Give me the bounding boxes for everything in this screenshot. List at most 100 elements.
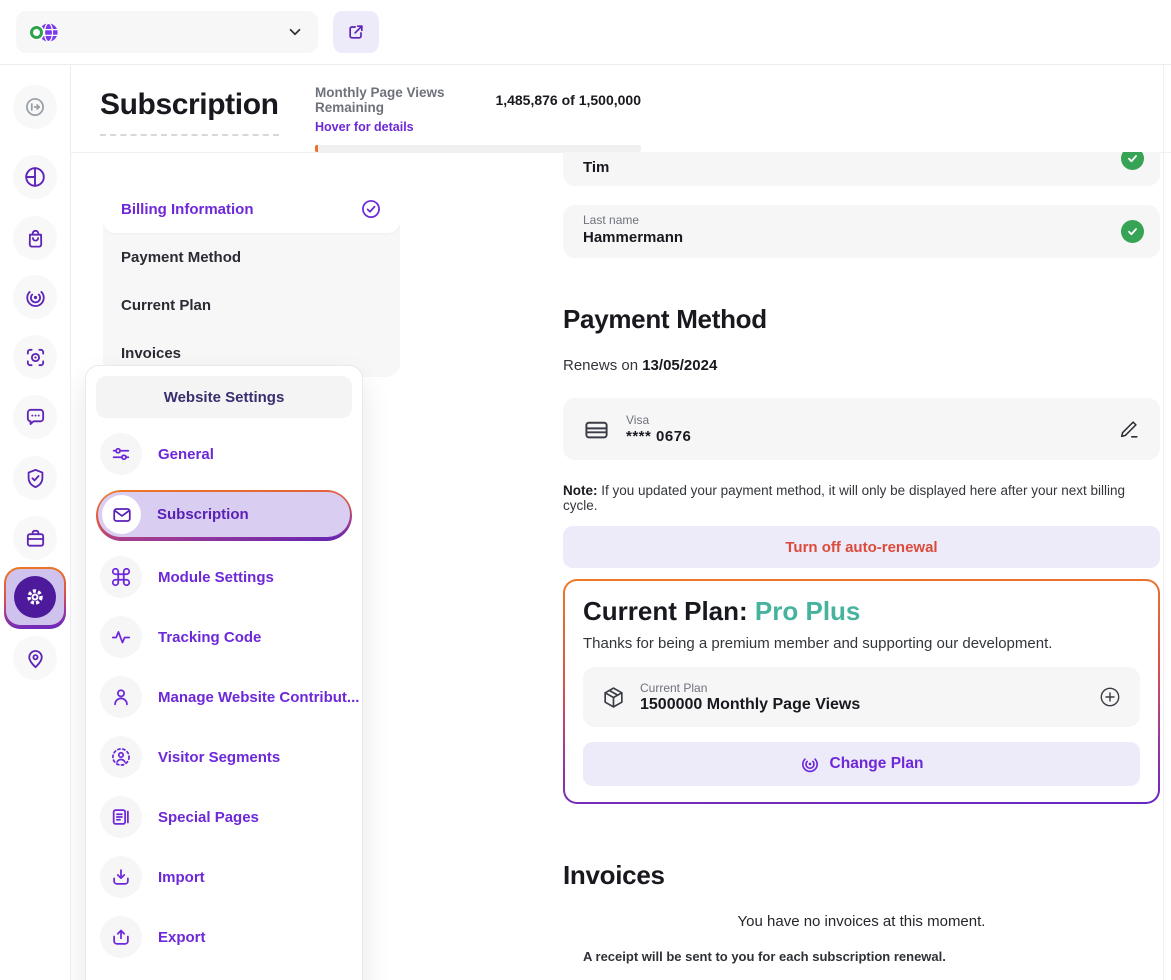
pulse-icon bbox=[100, 616, 142, 658]
radar-icon bbox=[800, 754, 820, 774]
sidebar-item-realtime[interactable] bbox=[13, 275, 57, 319]
user-scan-icon bbox=[100, 736, 142, 778]
gear-icon bbox=[14, 576, 56, 618]
last-name-field[interactable]: Last name Hammermann bbox=[563, 205, 1160, 258]
radar-icon bbox=[24, 286, 47, 309]
settings-menu-label: Special Pages bbox=[158, 809, 259, 826]
invoices-empty-text: You have no invoices at this moment. bbox=[563, 913, 1160, 930]
usage-progress-bar bbox=[315, 145, 641, 152]
settings-menu-item-export[interactable]: Export bbox=[96, 913, 352, 961]
plan-detail-card: Current Plan 1500000 Monthly Page Views bbox=[583, 667, 1140, 727]
scan-eye-icon bbox=[24, 346, 47, 369]
billing-subnav: Billing Information Payment Method Current… bbox=[103, 185, 400, 377]
website-selector-dropdown[interactable] bbox=[16, 11, 318, 53]
shield-check-icon bbox=[24, 467, 47, 490]
sidebar-item-ecommerce[interactable] bbox=[13, 216, 57, 260]
usage-details-link[interactable]: Hover for details bbox=[315, 120, 414, 134]
icon-sidebar bbox=[0, 65, 71, 980]
sidebar-item-analytics[interactable] bbox=[13, 155, 57, 199]
sidebar-item-locations[interactable] bbox=[13, 636, 57, 680]
first-name-field[interactable]: Tim bbox=[563, 152, 1160, 186]
usage-value: 1,485,876 of 1,500,000 bbox=[495, 92, 641, 108]
invoices-heading: Invoices bbox=[563, 860, 1160, 891]
usage-widget: Monthly Page Views Remaining Hover for d… bbox=[315, 85, 641, 152]
export-icon bbox=[100, 916, 142, 958]
last-name-value: Hammermann bbox=[583, 229, 1140, 246]
settings-menu-label: Tracking Code bbox=[158, 629, 261, 646]
turn-off-auto-renewal-button[interactable]: Turn off auto-renewal bbox=[563, 526, 1160, 568]
billing-nav-label: Invoices bbox=[121, 345, 181, 362]
command-icon bbox=[100, 556, 142, 598]
edit-payment-icon[interactable] bbox=[1118, 418, 1140, 440]
first-name-value: Tim bbox=[583, 159, 609, 176]
website-settings-menu-title: Website Settings bbox=[96, 376, 352, 418]
billing-nav-label: Payment Method bbox=[121, 249, 241, 266]
envelope-icon bbox=[102, 495, 141, 534]
scrollbar-track[interactable] bbox=[1163, 65, 1164, 980]
website-settings-menu: Website Settings General Subscription Modu… bbox=[85, 365, 363, 980]
settings-menu-item-special-pages[interactable]: Special Pages bbox=[96, 793, 352, 841]
open-website-button[interactable] bbox=[333, 11, 379, 53]
sidebar-item-feedback[interactable] bbox=[13, 395, 57, 439]
plan-name: Pro Plus bbox=[755, 596, 860, 626]
current-plan-highlight-border: Current Plan: Pro Plus Thanks for being … bbox=[563, 579, 1160, 804]
credit-card-icon bbox=[583, 416, 610, 443]
settings-menu-item-visitor-segments[interactable]: Visitor Segments bbox=[96, 733, 352, 781]
settings-menu-label: Module Settings bbox=[158, 569, 274, 586]
payment-note: Note: If you updated your payment method… bbox=[563, 483, 1160, 513]
invoices-note: A receipt will be sent to you for each s… bbox=[563, 949, 1160, 964]
last-name-label: Last name bbox=[583, 213, 1140, 227]
change-plan-button[interactable]: Change Plan bbox=[583, 742, 1140, 786]
sidebar-item-settings[interactable] bbox=[4, 567, 66, 629]
settings-menu-item-general[interactable]: General bbox=[96, 430, 352, 478]
external-link-icon bbox=[346, 22, 366, 42]
user-icon bbox=[100, 676, 142, 718]
settings-menu-item-manage-website-contribut[interactable]: Manage Website Contribut... bbox=[96, 673, 352, 721]
import-icon bbox=[100, 856, 142, 898]
sidebar-item-recordings[interactable] bbox=[13, 335, 57, 379]
renews-date: 13/05/2024 bbox=[642, 357, 717, 374]
settings-menu-label: Visitor Segments bbox=[158, 749, 280, 766]
billing-nav-label: Current Plan bbox=[121, 297, 211, 314]
status-dot-icon bbox=[30, 26, 43, 39]
sliders-icon bbox=[100, 433, 142, 475]
briefcase-icon bbox=[24, 527, 47, 550]
settings-menu-item-tracking-code[interactable]: Tracking Code bbox=[96, 613, 352, 661]
plus-circle-icon[interactable] bbox=[1098, 685, 1122, 709]
card-brand: Visa bbox=[626, 413, 1102, 427]
page-title: Subscription bbox=[100, 88, 279, 136]
sidebar-item-collapse-sidebar[interactable] bbox=[13, 85, 57, 129]
pages-icon bbox=[100, 796, 142, 838]
valid-check-icon bbox=[1121, 152, 1144, 170]
billing-nav-label: Billing Information bbox=[121, 201, 254, 218]
card-number-masked: **** 0676 bbox=[626, 428, 1102, 445]
billing-nav-payment-method[interactable]: Payment Method bbox=[103, 233, 400, 281]
chat-icon bbox=[24, 406, 47, 429]
settings-menu-item-import[interactable]: Import bbox=[96, 853, 352, 901]
billing-nav-current-plan[interactable]: Current Plan bbox=[103, 281, 400, 329]
settings-menu-label: Manage Website Contribut... bbox=[158, 689, 359, 706]
plan-card-value: 1500000 Monthly Page Views bbox=[640, 696, 1084, 714]
website-globe-icon bbox=[30, 20, 60, 44]
billing-nav-billing-information[interactable]: Billing Information bbox=[103, 185, 400, 233]
settings-menu-label: General bbox=[158, 446, 214, 463]
settings-menu-item-subscription[interactable]: Subscription bbox=[96, 490, 352, 541]
package-icon bbox=[601, 685, 626, 710]
settings-menu-label: Import bbox=[158, 869, 205, 886]
settings-menu-label: Subscription bbox=[157, 506, 249, 523]
current-plan-section: Current Plan: Pro Plus Thanks for being … bbox=[565, 581, 1158, 802]
sidebar-item-business[interactable] bbox=[13, 516, 57, 560]
plan-card-label: Current Plan bbox=[640, 681, 1084, 695]
collapse-icon bbox=[24, 96, 46, 118]
current-plan-subtitle: Thanks for being a premium member and su… bbox=[583, 635, 1140, 652]
sidebar-item-consent[interactable] bbox=[13, 456, 57, 500]
current-plan-heading: Current Plan: Pro Plus bbox=[583, 596, 1140, 627]
chevron-down-icon bbox=[286, 23, 304, 41]
payment-card-row: Visa **** 0676 bbox=[563, 398, 1160, 460]
settings-menu-label: Export bbox=[158, 929, 206, 946]
renews-on-text: Renews on 13/05/2024 bbox=[563, 357, 1160, 374]
pie-icon bbox=[23, 165, 47, 189]
settings-menu-item-module-settings[interactable]: Module Settings bbox=[96, 553, 352, 601]
bag-icon bbox=[24, 227, 47, 250]
topbar bbox=[0, 0, 1171, 65]
